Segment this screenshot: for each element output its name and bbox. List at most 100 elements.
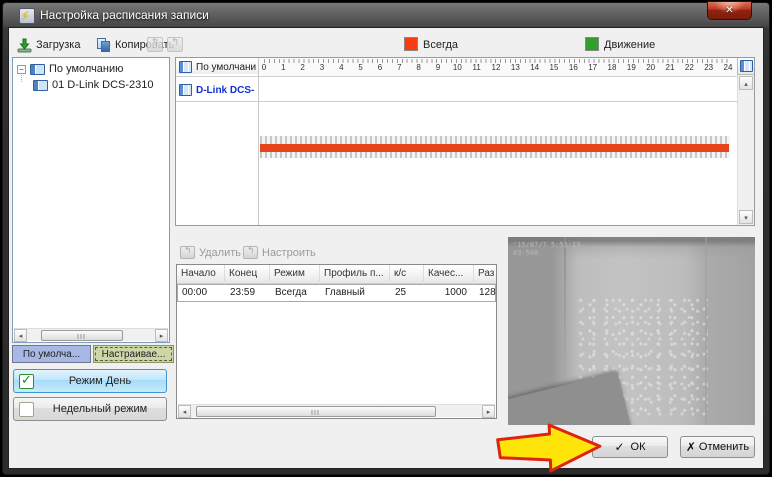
week-mode-button[interactable]: Недельный режим (13, 397, 167, 421)
hour-tick-label: 23 (704, 63, 713, 72)
timeline-vertical-scrollbar[interactable]: ▴ ▾ (737, 75, 754, 225)
configure-label: Настроить (262, 247, 316, 259)
tree-camera-item[interactable]: 01 D-Link DCS-2310 (33, 79, 169, 91)
hour-tick-label: 1 (281, 63, 285, 72)
table-column-header[interactable]: к/с (390, 265, 424, 284)
delete-button-disabled[interactable]: Удалить (180, 246, 241, 259)
day-mode-label: Режим День (34, 375, 166, 387)
load-label: Загрузка (36, 39, 80, 51)
table-row[interactable]: 00:0023:59ВсегдаГлавный251000128 (177, 284, 496, 302)
hour-tick-label: 22 (685, 63, 694, 72)
table-cell[interactable]: Главный (321, 285, 391, 301)
hour-tick-label: 21 (666, 63, 675, 72)
hour-tick-label: 7 (397, 63, 401, 72)
scroll-right-icon[interactable]: ▸ (155, 329, 168, 342)
legend-always-swatch (404, 37, 418, 51)
scrollbar-thumb[interactable] (41, 330, 123, 341)
legend-motion-swatch (585, 37, 599, 51)
table-column-header[interactable]: Качес... (424, 265, 474, 284)
scroll-left-icon[interactable]: ◂ (178, 405, 191, 418)
table-column-header[interactable]: Раз (474, 265, 497, 284)
hour-tick-label: 10 (453, 63, 462, 72)
table-cell[interactable]: 00:00 (178, 285, 226, 301)
foreground-object (508, 372, 634, 425)
hour-tick-label: 17 (588, 63, 597, 72)
paste-special-icon-disabled (167, 37, 183, 52)
scroll-down-icon[interactable]: ▾ (739, 210, 753, 224)
legend-always-label: Всегда (423, 39, 458, 51)
scroll-up-icon[interactable]: ▴ (739, 76, 753, 90)
cancel-label: Отменить (699, 441, 749, 453)
tab-custom[interactable]: Настраивае... (93, 345, 174, 363)
tab-default[interactable]: По умолча... (12, 345, 91, 363)
hour-tick-label: 3 (320, 63, 324, 72)
table-cell[interactable]: 1000 (425, 285, 475, 301)
timeline-separator (176, 76, 737, 77)
timeline-header-cell[interactable]: По умолчани (176, 60, 258, 74)
scrollbar-thumb[interactable] (196, 406, 436, 417)
scroll-left-icon[interactable]: ◂ (14, 329, 27, 342)
always-schedule-bar[interactable] (260, 144, 729, 152)
cancel-button[interactable]: ✗ Отменить (680, 436, 755, 458)
window-title: Настройка расписания записи (40, 8, 209, 22)
hour-tick-label: 2 (300, 63, 304, 72)
table-cell[interactable]: Всегда (271, 285, 321, 301)
configure-icon (243, 246, 258, 259)
paste-icon-disabled (147, 37, 163, 52)
hour-tick-label: 4 (339, 63, 343, 72)
name-column-divider (258, 58, 259, 225)
tree-root-label: По умолчанию (49, 63, 123, 75)
table-cell[interactable]: 128 (475, 285, 497, 301)
delete-icon (180, 246, 195, 259)
hour-tick-label: 20 (646, 63, 655, 72)
tree-collapse-icon[interactable]: − (17, 65, 26, 74)
group-icon (30, 64, 45, 75)
camera-row-icon (179, 84, 192, 96)
table-cell[interactable]: 23:59 (226, 285, 271, 301)
calendar-view-button[interactable] (737, 58, 754, 75)
table-cell[interactable]: 25 (391, 285, 425, 301)
schedule-grid-icon (179, 61, 192, 73)
load-button[interactable]: Загрузка (17, 36, 80, 54)
camera-icon (33, 80, 48, 91)
tree-camera-label: 01 D-Link DCS-2310 (52, 79, 154, 91)
scroll-right-icon[interactable]: ▸ (482, 405, 495, 418)
hour-tick-label: 11 (473, 63, 481, 72)
timeline-ruler: 0123456789101112131415161718192021222324 (259, 58, 737, 76)
day-mode-button[interactable]: Режим День (13, 369, 167, 393)
close-button[interactable]: ✕ (707, 1, 752, 20)
hour-tick-label: 18 (608, 63, 617, 72)
check-icon: ✓ (614, 440, 624, 454)
hour-tick-label: 8 (416, 63, 420, 72)
ok-button[interactable]: ✓ ОК (592, 436, 668, 458)
unchecked-checkbox-icon[interactable] (19, 402, 34, 417)
timeline-row-label: D-Link DCS- (196, 85, 254, 96)
hour-tick-label: 15 (550, 63, 559, 72)
app-icon: ⚡ (19, 8, 35, 24)
tree-root-item[interactable]: − По умолчанию (17, 63, 167, 75)
delete-label: Удалить (199, 247, 241, 259)
tree-horizontal-scrollbar[interactable]: ◂ ▸ (14, 328, 168, 341)
table-column-header[interactable]: Режим (270, 265, 320, 284)
checked-checkbox-icon[interactable] (19, 374, 34, 389)
table-horizontal-scrollbar[interactable]: ◂ ▸ (178, 404, 495, 417)
legend-motion-label: Движение (604, 39, 655, 51)
calendar-grid-icon (740, 60, 753, 72)
hour-tick-label: 12 (492, 63, 501, 72)
timeline-header-label: По умолчани (196, 62, 256, 73)
configure-button-disabled[interactable]: Настроить (243, 246, 316, 259)
copy-label: Копировать (115, 39, 174, 51)
table-column-header[interactable]: Начало (177, 265, 225, 284)
title-bar[interactable]: ⚡ Настройка расписания записи (8, 2, 764, 27)
week-mode-label: Недельный режим (34, 403, 166, 415)
hour-tick-label: 13 (511, 63, 520, 72)
hour-tick-label: 0 (262, 63, 266, 72)
hour-tick-label: 14 (530, 63, 539, 72)
table-column-header[interactable]: Конец (225, 265, 270, 284)
table-header-row: НачалоКонецРежимПрофиль п...к/сКачес...Р… (177, 265, 496, 284)
hour-tick-label: 16 (569, 63, 578, 72)
table-column-header[interactable]: Профиль п... (320, 265, 390, 284)
hour-tick-label: 6 (378, 63, 382, 72)
x-icon: ✗ (686, 440, 696, 454)
timeline-row-cell[interactable]: D-Link DCS- (176, 82, 258, 98)
